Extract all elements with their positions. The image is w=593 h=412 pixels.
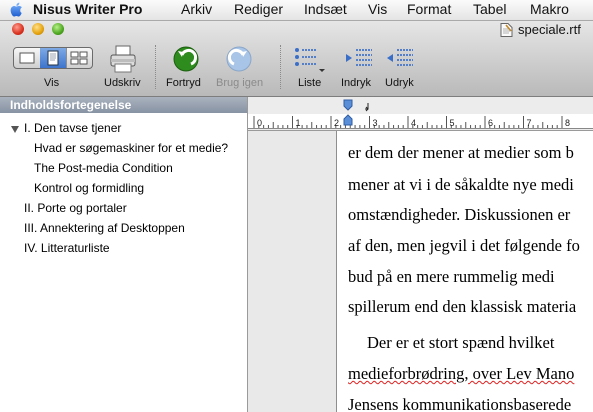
toolbar-separator bbox=[280, 45, 282, 89]
minimize-window-button[interactable] bbox=[32, 23, 44, 35]
menu-makro[interactable]: Makro bbox=[530, 1, 569, 18]
text-line: Der er et stort spænd hvilket bbox=[367, 333, 555, 352]
tab-stop-icon[interactable] bbox=[365, 103, 369, 112]
ruler-number: 1 bbox=[296, 118, 301, 128]
view-mode-control[interactable] bbox=[13, 47, 93, 69]
menu-bar: Nisus Writer Pro Arkiv Rediger Indsæt Vi… bbox=[0, 0, 593, 21]
text-line: bud på en mere rummelig medi bbox=[348, 267, 555, 286]
first-line-indent-marker[interactable] bbox=[343, 99, 353, 111]
indent-icon[interactable] bbox=[344, 45, 374, 73]
document-icon bbox=[500, 23, 513, 37]
draft-view-icon bbox=[19, 52, 35, 64]
ruler-number: 7 bbox=[527, 118, 532, 128]
disclosure-triangle-icon[interactable] bbox=[11, 126, 19, 133]
outline-item[interactable]: IV. Litteraturliste bbox=[24, 241, 110, 256]
outline-item[interactable]: The Post-media Condition bbox=[34, 161, 173, 176]
toolbar-separator bbox=[155, 45, 157, 89]
udskriv-label: Udskriv bbox=[104, 77, 141, 89]
menu-vis[interactable]: Vis bbox=[368, 1, 387, 18]
liste-label: Liste bbox=[298, 77, 322, 89]
draft-view-segment[interactable] bbox=[14, 48, 41, 68]
text-line: er dem der mener at medier som b bbox=[348, 143, 574, 162]
page-view-icon bbox=[47, 50, 59, 66]
zoom-window-button[interactable] bbox=[52, 23, 64, 35]
menu-format[interactable]: Format bbox=[407, 1, 451, 18]
outline-item[interactable]: III. Annektering af Desktoppen bbox=[24, 221, 185, 236]
thumbnail-view-segment[interactable] bbox=[66, 48, 92, 68]
ruler-number: 3 bbox=[373, 118, 378, 128]
outline-item[interactable]: Hvad er søgemaskiner for et medie? bbox=[34, 141, 228, 156]
menu-rediger[interactable]: Rediger bbox=[234, 1, 283, 18]
text-line: mener at vi i de såkaldte nye medi bbox=[348, 175, 574, 194]
text-line: omstændigheder. Diskussionen er bbox=[348, 205, 571, 224]
redo-icon[interactable] bbox=[224, 45, 254, 73]
toolbar: speciale.rtf Vis Udskriv Fortryd Brug ig… bbox=[0, 21, 593, 97]
text-line: medieforbrødring, over Lev Mano bbox=[348, 364, 575, 383]
menu-indsaet[interactable]: Indsæt bbox=[304, 1, 347, 18]
outline-item[interactable]: Kontrol og formidling bbox=[34, 181, 144, 196]
document-gutter bbox=[248, 131, 336, 412]
sidebar-title: Indholdsfortegenelse bbox=[10, 98, 132, 112]
outline-item[interactable]: II. Porte og portaler bbox=[24, 201, 127, 216]
apple-menu-icon[interactable] bbox=[10, 2, 24, 17]
ruler-number: 5 bbox=[450, 118, 455, 128]
sidebar-header: Indholdsfortegenelse bbox=[0, 97, 247, 113]
indryk-label: Indryk bbox=[341, 77, 371, 89]
fortryd-label: Fortryd bbox=[166, 77, 201, 89]
menu-app-name[interactable]: Nisus Writer Pro bbox=[33, 1, 142, 18]
outdent-icon[interactable] bbox=[385, 45, 415, 73]
ruler[interactable]: 0 1 2 3 4 5 6 7 8 bbox=[248, 97, 593, 131]
menu-arkiv[interactable]: Arkiv bbox=[181, 1, 212, 18]
print-icon[interactable] bbox=[108, 44, 138, 74]
text-line: Jensens kommunikationsbaserede bbox=[348, 395, 572, 412]
udryk-label: Udryk bbox=[385, 77, 414, 89]
window-title: speciale.rtf bbox=[518, 22, 581, 37]
ruler-number: 8 bbox=[565, 118, 570, 128]
vis-label: Vis bbox=[44, 77, 60, 89]
ruler-number: 6 bbox=[488, 118, 493, 128]
ruler-number: 4 bbox=[411, 118, 416, 128]
thumbnail-view-icon bbox=[70, 51, 88, 65]
menu-tabel[interactable]: Tabel bbox=[473, 1, 506, 18]
undo-icon[interactable] bbox=[171, 45, 201, 73]
ruler-scale: 0 1 2 3 4 5 6 7 8 bbox=[248, 99, 593, 129]
text-line: af den, men jegvil i det følgende fo bbox=[348, 236, 580, 255]
page-view-segment[interactable] bbox=[40, 48, 67, 68]
list-icon[interactable] bbox=[293, 45, 325, 73]
outline-item[interactable]: I. Den tavse tjener bbox=[24, 121, 121, 136]
close-window-button[interactable] bbox=[12, 23, 24, 35]
ruler-number: 0 bbox=[257, 118, 262, 128]
text-line: spillerum end den klassisk materia bbox=[348, 297, 577, 316]
document-page[interactable]: er dem der mener at medier som b mener a… bbox=[337, 131, 593, 412]
ruler-number: 2 bbox=[334, 118, 339, 128]
brug-igen-label: Brug igen bbox=[216, 77, 264, 89]
